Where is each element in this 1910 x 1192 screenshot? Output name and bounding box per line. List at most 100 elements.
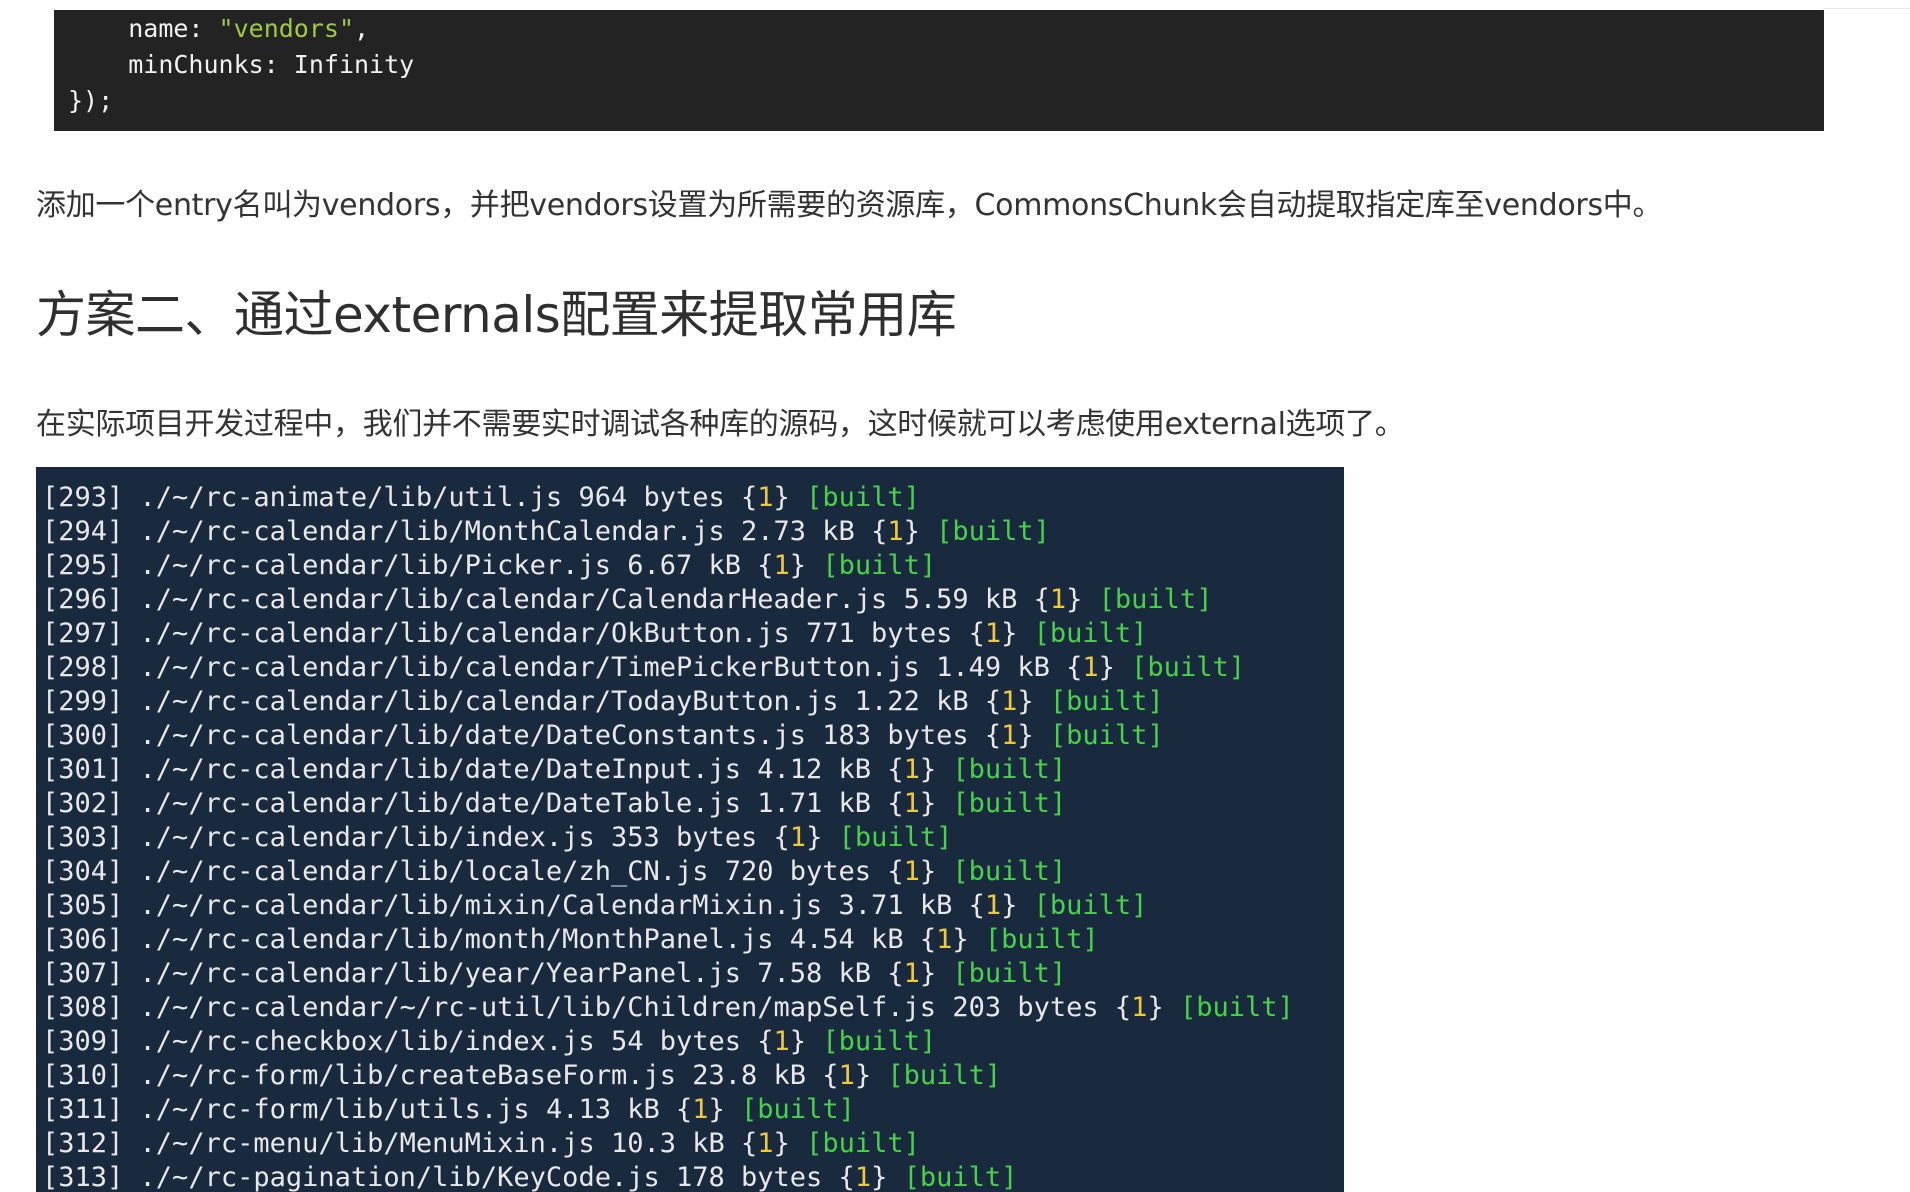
module-size: 183 bytes (822, 720, 969, 751)
module-id: [306] (42, 924, 124, 955)
build-status: [built] (1033, 618, 1148, 649)
module-id: [300] (42, 720, 124, 751)
code-block: name: "vendors", minChunks: Infinity }); (54, 10, 1824, 131)
module-path: ./~/rc-calendar/lib/calendar/TimePickerB… (139, 652, 920, 683)
module-id: [296] (42, 584, 124, 615)
module-id: [295] (42, 550, 124, 581)
module-size: 1.22 kB (854, 686, 969, 717)
build-status: [built] (903, 1162, 1018, 1192)
module-size: 1.49 kB (936, 652, 1050, 683)
chunk-id: 1 (1001, 720, 1018, 751)
chunk-id: 1 (757, 482, 774, 513)
chunk-id: 1 (789, 822, 807, 853)
terminal-line-clipped (42, 467, 1294, 481)
module-path: ./~/rc-calendar/lib/mixin/CalendarMixin.… (139, 890, 823, 921)
module-size: 964 bytes (578, 482, 725, 513)
build-status: [built] (1033, 890, 1148, 921)
module-path: ./~/rc-calendar/~/rc-util/lib/Children/m… (139, 992, 937, 1023)
module-size: 10.3 kB (610, 1128, 725, 1159)
module-size: 1.71 kB (757, 788, 872, 819)
terminal-line: [301] ./~/rc-calendar/lib/date/DateInput… (42, 754, 1067, 785)
module-path: ./~/rc-form/lib/createBaseForm.js (139, 1060, 676, 1091)
terminal-line: [297] ./~/rc-calendar/lib/calendar/OkBut… (42, 618, 1148, 649)
build-status: [built] (1179, 992, 1294, 1023)
chunk-id: 1 (936, 924, 953, 955)
terminal-line: [298] ./~/rc-calendar/lib/calendar/TimeP… (42, 652, 1245, 683)
build-status: [built] (952, 856, 1067, 887)
module-id: [293] (42, 482, 124, 513)
module-path: ./~/rc-calendar/lib/MonthCalendar.js (139, 516, 725, 547)
module-path: ./~/rc-pagination/lib/KeyCode.js (139, 1162, 660, 1192)
module-size: 720 bytes (724, 856, 872, 887)
terminal-line: [307] ./~/rc-calendar/lib/year/YearPanel… (42, 958, 1067, 989)
paragraph-vendors: 添加一个entry名叫为vendors，并把vendors设置为所需要的资源库，… (36, 188, 1663, 223)
module-size: 203 bytes (952, 992, 1099, 1023)
module-size: 7.58 kB (757, 958, 872, 989)
terminal-line: [313] ./~/rc-pagination/lib/KeyCode.js 1… (42, 1162, 1018, 1192)
code-line: minChunks: Infinity (128, 50, 415, 79)
terminal-line: [304] ./~/rc-calendar/lib/locale/zh_CN.j… (42, 856, 1067, 887)
module-size: 178 bytes (675, 1162, 823, 1192)
build-status: [built] (952, 754, 1067, 785)
module-id: [313] (42, 1162, 124, 1192)
terminal-output: [293] ./~/rc-animate/lib/util.js 964 byt… (42, 467, 1294, 1192)
module-id: [311] (42, 1094, 124, 1125)
module-id: [299] (42, 686, 124, 717)
module-size: 54 bytes (610, 1026, 742, 1057)
section-heading: 方案二、通过externals配置来提取常用库 (36, 286, 957, 344)
module-path: ./~/rc-animate/lib/util.js (139, 482, 563, 513)
module-size: 4.54 kB (789, 924, 904, 955)
paragraph-externals: 在实际项目开发过程中，我们并不需要实时调试各种库的源码，这时候就可以考虑使用ex… (36, 407, 1405, 442)
module-id: [298] (42, 652, 124, 683)
module-id: [303] (42, 822, 124, 853)
module-id: [308] (42, 992, 124, 1023)
terminal-line: [306] ./~/rc-calendar/lib/month/MonthPan… (42, 924, 1099, 955)
chunk-id: 1 (984, 890, 1002, 921)
terminal-line: [295] ./~/rc-calendar/lib/Picker.js 6.67… (42, 550, 937, 581)
build-status: [built] (806, 1128, 920, 1159)
module-path: ./~/rc-calendar/lib/year/YearPanel.js (139, 958, 741, 989)
chunk-id: 1 (773, 550, 790, 581)
chunk-id: 1 (903, 788, 920, 819)
module-size: 6.67 kB (627, 550, 742, 581)
chunk-id: 1 (903, 754, 920, 785)
module-path: ./~/rc-calendar/lib/Picker.js (139, 550, 611, 581)
chunk-id: 1 (757, 1128, 774, 1159)
module-path: ./~/rc-calendar/lib/locale/zh_CN.js (139, 856, 709, 887)
build-status: [built] (984, 924, 1099, 955)
chunk-id: 1 (692, 1094, 709, 1125)
module-size: 4.13 kB (545, 1094, 660, 1125)
module-id: [307] (42, 958, 124, 989)
terminal-line: [311] ./~/rc-form/lib/utils.js 4.13 kB {… (42, 1094, 855, 1125)
terminal-line: [294] ./~/rc-calendar/lib/MonthCalendar.… (42, 516, 1050, 547)
module-size: 353 bytes (610, 822, 758, 853)
module-id: [297] (42, 618, 124, 649)
build-status: [built] (822, 1026, 937, 1057)
module-size: 2.73 kB (741, 516, 855, 547)
module-id: [312] (42, 1128, 124, 1159)
code-line: }); (68, 86, 114, 115)
module-path: ./~/rc-checkbox/lib/index.js (139, 1026, 595, 1057)
terminal-line: [303] ./~/rc-calendar/lib/index.js 353 b… (42, 822, 953, 853)
module-id: [301] (42, 754, 124, 785)
module-id: [310] (42, 1060, 124, 1091)
terminal-line: [309] ./~/rc-checkbox/lib/index.js 54 by… (42, 1026, 937, 1057)
terminal-line: [308] ./~/rc-calendar/~/rc-util/lib/Chil… (42, 992, 1294, 1023)
module-path: ./~/rc-calendar/lib/date/DateTable.js (139, 788, 741, 819)
chunk-id: 1 (1001, 686, 1018, 717)
build-status: [built] (887, 1060, 1002, 1091)
chunk-id: 1 (773, 1026, 790, 1057)
build-status: [built] (1049, 686, 1164, 717)
module-id: [305] (42, 890, 124, 921)
chunk-id: 1 (903, 856, 920, 887)
module-id: [309] (42, 1026, 124, 1057)
terminal-line: [299] ./~/rc-calendar/lib/calendar/Today… (42, 686, 1164, 717)
build-status: [built] (1131, 652, 1245, 683)
build-status: [built] (1049, 720, 1164, 751)
terminal-line: [310] ./~/rc-form/lib/createBaseForm.js … (42, 1060, 1002, 1091)
module-path: ./~/rc-calendar/lib/calendar/OkButton.js (139, 618, 790, 649)
chunk-id: 1 (1131, 992, 1148, 1023)
module-size: 771 bytes (806, 618, 953, 649)
module-size: 5.59 kB (903, 584, 1018, 615)
chunk-id: 1 (1049, 584, 1067, 615)
